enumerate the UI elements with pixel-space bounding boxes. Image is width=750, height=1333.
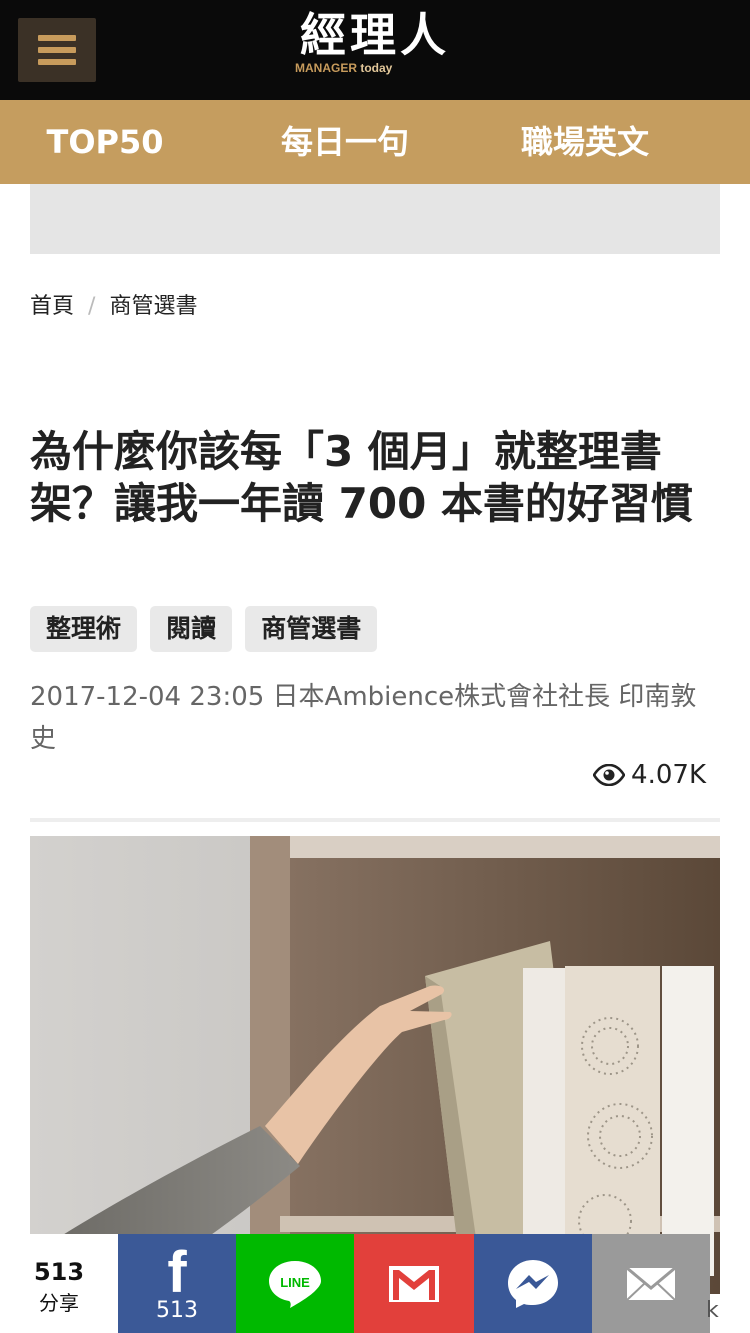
logo-subtitle: MANAGER today (295, 61, 392, 75)
breadcrumb-home[interactable]: 首頁 (30, 294, 74, 319)
tag-reading[interactable]: 閱讀 (150, 606, 233, 652)
email-share-button[interactable] (592, 1234, 710, 1333)
logo-sub-today: today (360, 61, 393, 75)
tag-organizing[interactable]: 整理術 (30, 606, 138, 652)
gmail-share-button[interactable] (354, 1234, 474, 1333)
divider (30, 818, 720, 822)
share-count: 513 分享 (0, 1234, 118, 1333)
tag-business-books[interactable]: 商管選書 (245, 606, 378, 652)
logo-sub-manager: MANAGER (295, 61, 357, 75)
corner-text: k (706, 1298, 719, 1323)
site-logo[interactable]: 經理人 (0, 8, 750, 62)
messenger-share-button[interactable] (474, 1234, 592, 1333)
category-nav: TOP50 每日一句 職場英文 (0, 100, 750, 184)
gmail-icon (389, 1265, 439, 1302)
hero-image (30, 836, 720, 1294)
nav-item-workplace-english[interactable]: 職場英文 (510, 100, 660, 184)
breadcrumb-separator: / (88, 294, 96, 319)
facebook-share-button[interactable]: f 513 (118, 1234, 236, 1333)
nav-item-daily-quote[interactable]: 每日一句 (270, 100, 420, 184)
eye-icon (593, 764, 626, 786)
top-bar: 經理人 MANAGER today (0, 0, 750, 100)
hero-illustration (30, 836, 720, 1294)
tag-list: 整理術 閱讀 商管選書 (30, 606, 385, 652)
line-icon-text: LINE (280, 1275, 310, 1290)
share-count-value: 513 (33, 1258, 85, 1286)
share-bar: 513 分享 f 513 LINE (0, 1234, 750, 1333)
view-count: 4.07K (593, 760, 706, 790)
line-icon: LINE (269, 1260, 321, 1308)
article-meta: 2017-12-04 23:05 日本Ambience株式會社社長 印南敦史 (30, 682, 697, 754)
nav-item-top50[interactable]: TOP50 (30, 100, 180, 184)
breadcrumb: 首頁 / 商管選書 (30, 288, 197, 320)
envelope-icon (626, 1266, 676, 1301)
facebook-share-count: 513 (156, 1298, 198, 1323)
logo-text: 經理人 (300, 8, 450, 62)
view-count-value: 4.07K (631, 760, 706, 790)
facebook-icon: f (167, 1240, 187, 1305)
line-share-button[interactable]: LINE (236, 1234, 354, 1333)
messenger-icon (508, 1259, 558, 1308)
ad-placeholder (30, 184, 720, 254)
breadcrumb-category[interactable]: 商管選書 (109, 294, 197, 319)
share-count-label: 分享 (39, 1291, 79, 1315)
article-title: 為什麼你該每「3 個月」就整理書架？讓我一年讀 700 本書的好習慣 (30, 427, 693, 528)
